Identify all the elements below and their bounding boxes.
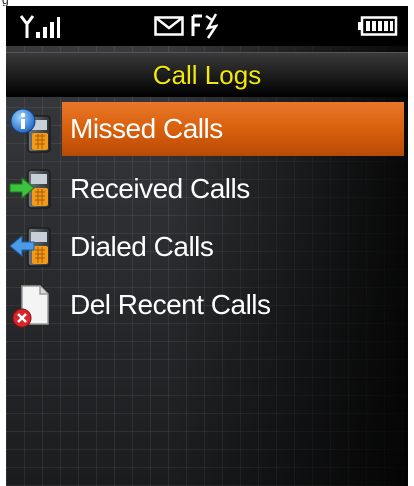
menu-item-received-calls[interactable]: Received Calls: [6, 160, 408, 218]
menu-item-label: Missed Calls: [70, 113, 223, 144]
call-logs-menu: Missed Calls Received Calls Dialed Calls…: [6, 102, 408, 334]
menu-item-missed-calls[interactable]: Missed Calls: [6, 102, 408, 160]
menu-item-del-recent-calls[interactable]: Del Recent Calls: [6, 276, 408, 334]
signal-icon: [20, 15, 60, 38]
received-calls-icon: [8, 164, 60, 214]
envelope-icon: [154, 16, 184, 36]
menu-item-dialed-calls[interactable]: Dialed Calls: [6, 218, 408, 276]
network-icon: [191, 13, 218, 39]
dialed-calls-icon: [8, 222, 60, 272]
delete-calls-icon: [8, 280, 60, 330]
page-title: Call Logs: [152, 59, 262, 90]
phone-screen: Call Logs Missed Calls Received Calls Di…: [6, 6, 408, 486]
title-bar: Call Logs: [6, 52, 408, 97]
menu-item-label: Received Calls: [70, 173, 250, 204]
status-bar: [6, 6, 408, 46]
menu-item-label: Del Recent Calls: [70, 289, 271, 320]
battery-icon: [358, 16, 398, 36]
menu-item-label: Dialed Calls: [70, 231, 214, 262]
missed-calls-icon: [8, 106, 60, 156]
